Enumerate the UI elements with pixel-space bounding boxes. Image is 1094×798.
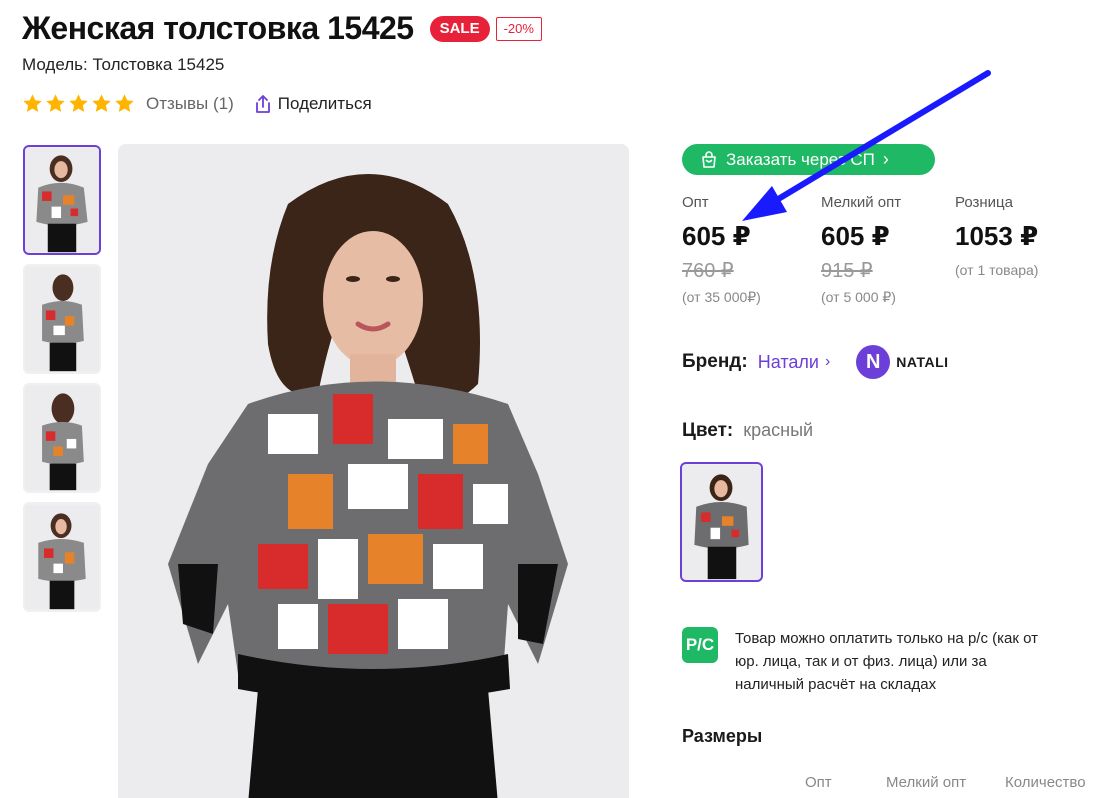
thumbnail-image	[25, 385, 99, 491]
order-sp-button[interactable]: Заказать через СП ›	[682, 144, 935, 175]
star-icon	[115, 94, 134, 112]
sizes-col-opt: Опт	[805, 774, 832, 791]
price-value: 605 ₽	[682, 221, 751, 251]
price-label: Мелкий опт	[821, 194, 902, 211]
star-icon	[46, 94, 65, 112]
color-label: Цвет:	[682, 420, 734, 441]
sizes-col-quantity: Количество	[1005, 774, 1086, 791]
chevron-right-icon: ›	[824, 353, 831, 370]
title-row: Женская толстовка 15425 SALE -20%	[22, 10, 542, 47]
product-model: Модель: Толстовка 15425	[22, 55, 225, 74]
thumbnail-image	[25, 147, 99, 253]
rating-stars	[22, 93, 137, 114]
price-value: 605 ₽	[821, 221, 890, 251]
payment-account-icon: Р/С	[682, 627, 718, 663]
star-icon	[69, 94, 88, 112]
price-note: (от 35 000₽)	[682, 289, 761, 305]
thumbnail-list	[23, 145, 101, 621]
brand-row: Бренд: Натали › N NATALI	[682, 345, 949, 379]
price-note: (от 5 000 ₽)	[821, 289, 896, 305]
color-swatch-image	[682, 464, 761, 580]
price-small-opt: Мелкий опт 605 ₽ 915 ₽ (от 5 000 ₽)	[821, 194, 901, 306]
price-value: 1053 ₽	[955, 221, 1039, 251]
thumbnail-4[interactable]	[23, 502, 101, 612]
payment-text: Товар можно оплатить только на р/с (как …	[735, 630, 1038, 693]
brand-logo[interactable]: N NATALI	[856, 345, 948, 379]
chevron-right-icon: ›	[882, 149, 889, 169]
product-photo	[118, 144, 629, 798]
color-swatch[interactable]	[680, 462, 763, 582]
thumbnail-1[interactable]	[23, 145, 101, 255]
share-button[interactable]: Поделиться	[254, 94, 372, 114]
color-row: Цвет: красный	[682, 420, 813, 442]
brand-logo-icon: N	[856, 345, 891, 379]
shopping-bag-icon	[702, 150, 716, 168]
price-note: (от 1 товара)	[955, 262, 1039, 278]
main-product-image[interactable]	[118, 144, 629, 798]
share-icon	[255, 94, 270, 113]
thumbnail-image	[25, 266, 99, 372]
price-retail: Розница 1053 ₽ (от 1 товара)	[955, 194, 1038, 278]
discount-badge: -20%	[495, 16, 542, 41]
product-title: Женская толстовка 15425	[22, 10, 414, 46]
thumbnail-image	[25, 504, 99, 610]
price-label: Розница	[955, 194, 1013, 211]
star-icon	[23, 94, 42, 112]
brand-link[interactable]: Натали	[758, 352, 819, 373]
price-old: 760 ₽	[682, 260, 734, 282]
sizes-title: Размеры	[682, 726, 763, 746]
thumbnail-2[interactable]	[23, 264, 101, 374]
brand-label: Бренд:	[682, 351, 748, 372]
price-label: Опт	[682, 194, 709, 211]
star-icon	[92, 94, 111, 112]
rating-row: Отзывы (1) Поделиться	[22, 93, 372, 114]
thumbnail-3[interactable]	[23, 383, 101, 493]
sizes-col-small-opt: Мелкий опт	[886, 774, 967, 791]
price-opt: Опт 605 ₽ 760 ₽ (от 35 000₽)	[682, 194, 761, 306]
payment-info: Р/С Товар можно оплатить только на р/с (…	[682, 627, 1045, 696]
share-label: Поделиться	[277, 93, 372, 113]
reviews-link[interactable]: Отзывы (1)	[146, 94, 234, 114]
order-sp-label: Заказать через СП	[726, 149, 875, 169]
price-old: 915 ₽	[821, 260, 873, 282]
brand-logo-text: NATALI	[896, 354, 949, 370]
color-value: красный	[743, 420, 814, 440]
sale-badge: SALE	[429, 15, 490, 42]
